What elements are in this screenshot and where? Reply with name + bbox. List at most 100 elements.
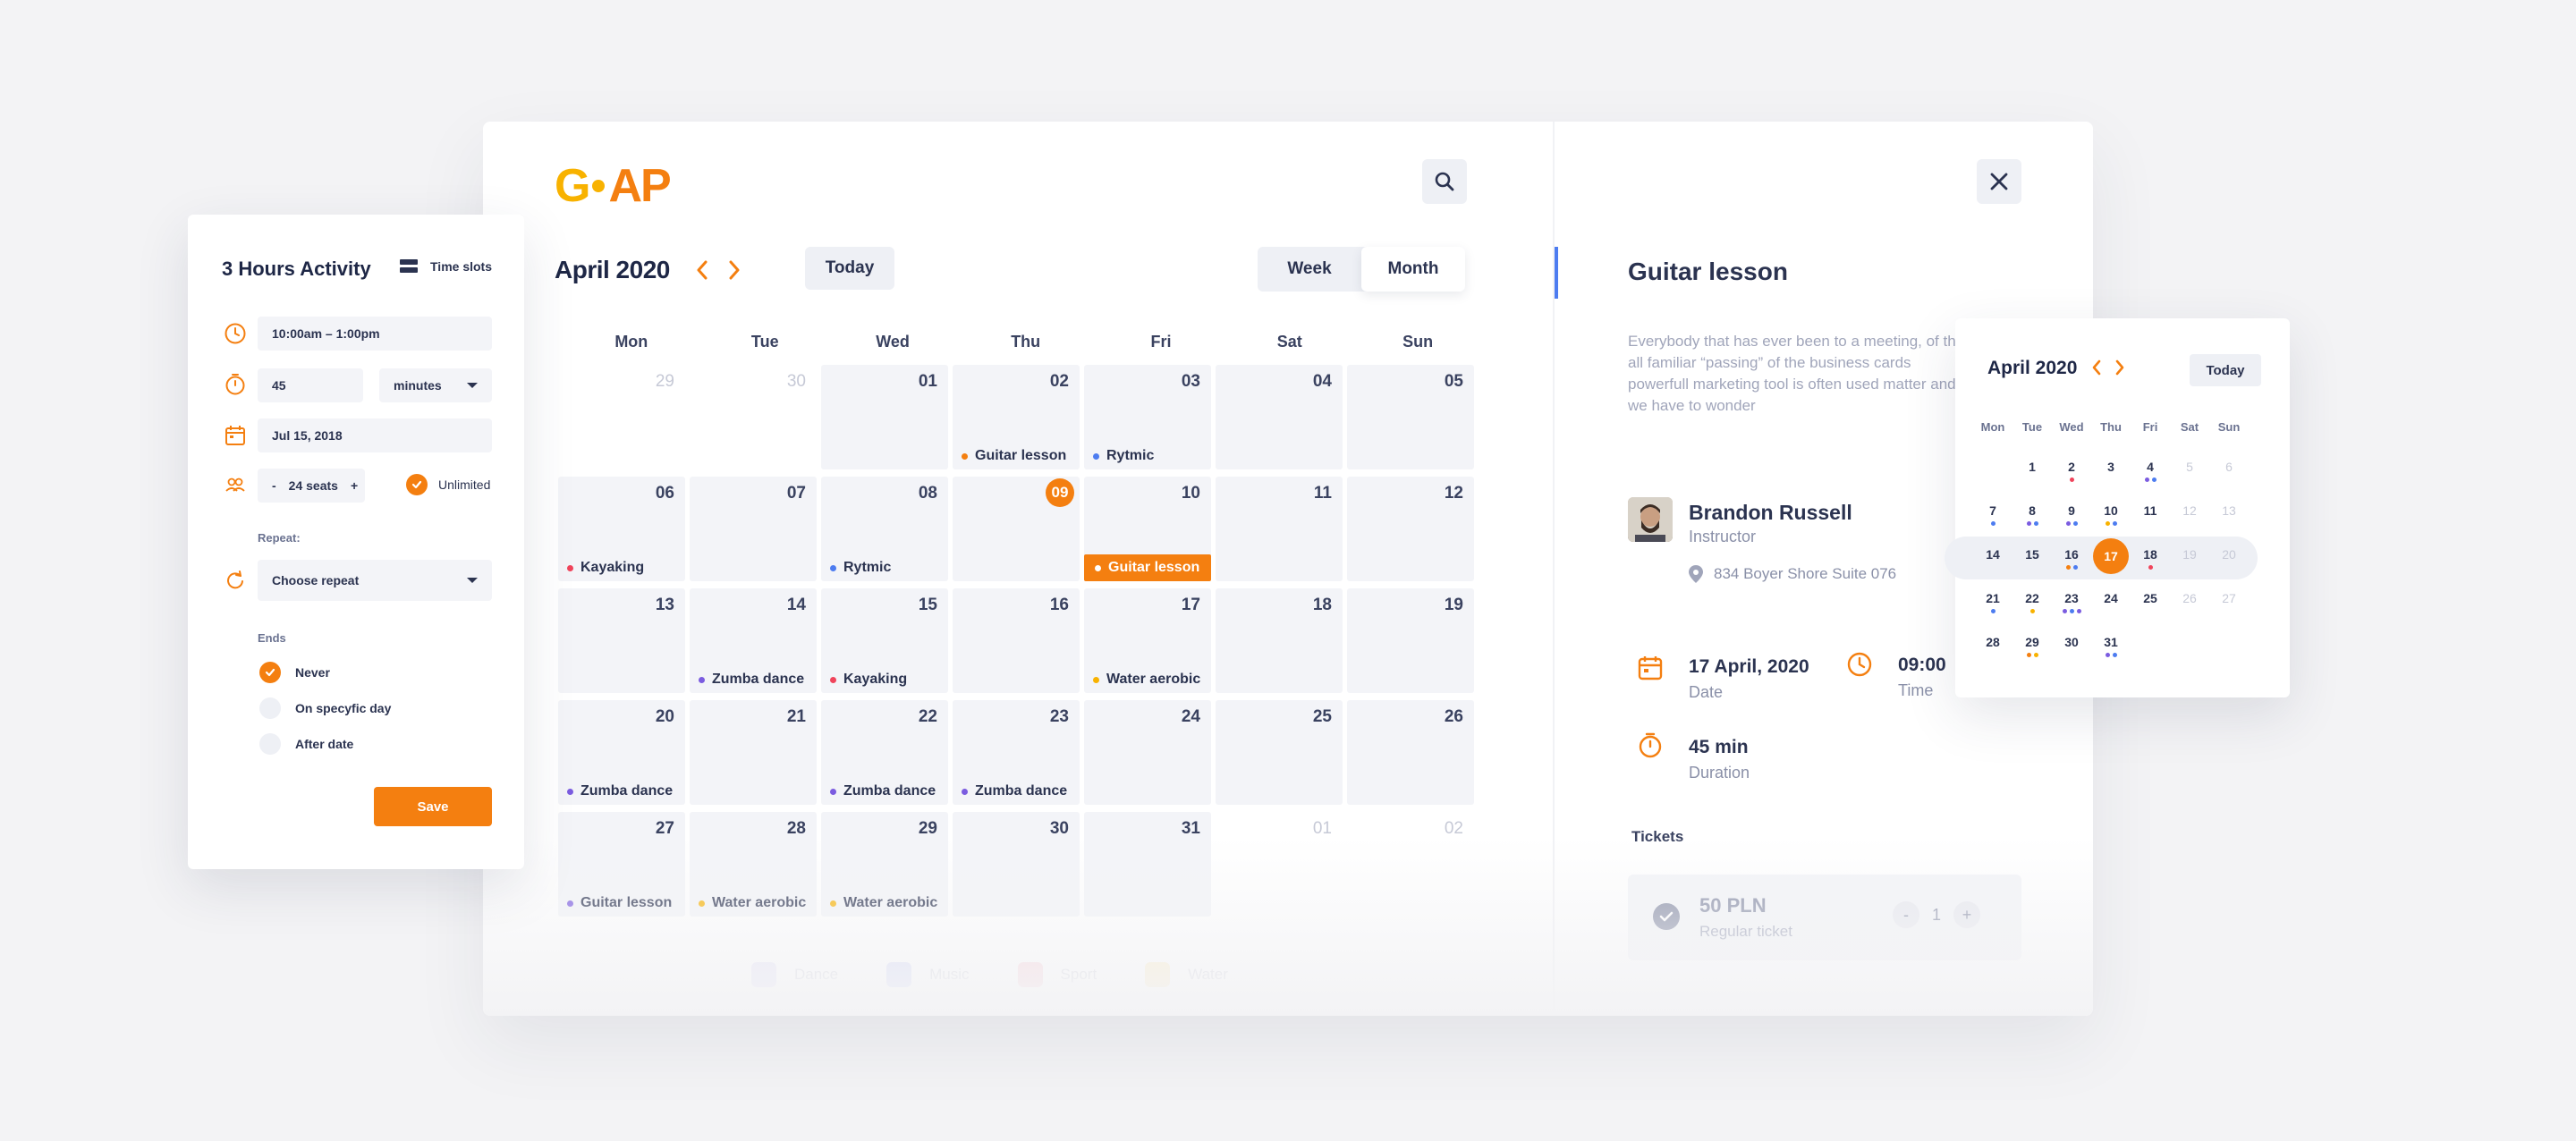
mini-day[interactable]: 11 xyxy=(2131,493,2170,537)
mini-day-selected[interactable]: 17 xyxy=(2091,537,2131,580)
mini-prev-button[interactable] xyxy=(2091,359,2102,380)
seats-increase-button[interactable]: + xyxy=(351,478,358,493)
view-week-button[interactable]: Week xyxy=(1258,247,1361,292)
mini-day[interactable]: 2 xyxy=(2052,449,2091,493)
day-cell[interactable]: 13 xyxy=(558,588,685,693)
day-cell[interactable]: 03 Rytmic xyxy=(1084,365,1211,469)
day-cell[interactable]: 29 xyxy=(558,365,685,469)
mini-next-button[interactable] xyxy=(2114,359,2125,380)
mini-day[interactable]: 30 xyxy=(2052,624,2091,668)
mini-day[interactable]: 13 xyxy=(2209,493,2249,537)
mini-day[interactable]: 18 xyxy=(2131,537,2170,580)
close-button[interactable] xyxy=(1977,159,2021,204)
view-month-button[interactable]: Month xyxy=(1361,247,1465,292)
event-chip[interactable]: Zumba dance xyxy=(699,672,804,688)
mini-day[interactable]: 5 xyxy=(2170,449,2209,493)
day-cell[interactable]: 21 xyxy=(690,700,817,805)
event-chip[interactable]: Zumba dance xyxy=(567,783,673,799)
instructor-avatar[interactable] xyxy=(1628,497,1673,542)
mini-day[interactable]: 31 xyxy=(2091,624,2131,668)
day-cell[interactable]: 16 xyxy=(953,588,1080,693)
mini-day[interactable]: 29 xyxy=(2012,624,2052,668)
day-cell[interactable]: 02 Guitar lesson xyxy=(953,365,1080,469)
prev-month-button[interactable] xyxy=(692,258,712,283)
legend-item[interactable]: Water xyxy=(1145,962,1228,987)
event-chip[interactable]: Guitar lesson xyxy=(1084,554,1211,581)
mini-day[interactable]: 4 xyxy=(2131,449,2170,493)
day-cell[interactable]: 28 Water aerobic xyxy=(690,812,817,917)
day-cell[interactable]: 04 xyxy=(1216,365,1343,469)
legend-item[interactable]: Sport xyxy=(1017,962,1097,987)
day-cell[interactable]: 01 xyxy=(821,365,948,469)
duration-input[interactable]: 45 xyxy=(258,368,363,402)
mini-day[interactable]: 10 xyxy=(2091,493,2131,537)
ticket-check-icon[interactable] xyxy=(1653,903,1680,930)
mini-day[interactable]: 1 xyxy=(2012,449,2052,493)
event-chip[interactable]: Zumba dance xyxy=(962,783,1067,799)
event-chip[interactable]: Guitar lesson xyxy=(567,895,672,911)
ticket-row[interactable]: 50 PLN Regular ticket - 1 + xyxy=(1628,875,2021,960)
ends-option-after-date[interactable]: After date xyxy=(259,733,353,755)
day-cell[interactable]: 19 xyxy=(1347,588,1474,693)
mini-day[interactable]: 6 xyxy=(2209,449,2249,493)
day-cell[interactable]: 09 xyxy=(953,477,1080,581)
day-cell[interactable]: 12 xyxy=(1347,477,1474,581)
time-slots-toggle[interactable]: Time slots xyxy=(400,259,492,274)
mini-day[interactable]: 8 xyxy=(2012,493,2052,537)
mini-day[interactable]: 25 xyxy=(2131,580,2170,624)
day-cell[interactable]: 05 xyxy=(1347,365,1474,469)
day-cell[interactable]: 25 xyxy=(1216,700,1343,805)
time-range-field[interactable]: 10:00am – 1:00pm xyxy=(258,317,492,351)
seats-stepper[interactable]: - 24 seats + xyxy=(258,469,365,503)
mini-day[interactable]: 24 xyxy=(2091,580,2131,624)
day-cell[interactable]: 31 xyxy=(1084,812,1211,917)
day-cell[interactable]: 26 xyxy=(1347,700,1474,805)
ends-option-specific-day[interactable]: On specyfic day xyxy=(259,697,391,719)
mini-day[interactable]: 20 xyxy=(2209,537,2249,580)
event-chip[interactable]: Rytmic xyxy=(830,560,891,576)
day-cell[interactable]: 30 xyxy=(953,812,1080,917)
search-button[interactable] xyxy=(1422,159,1467,204)
day-cell[interactable]: 07 xyxy=(690,477,817,581)
mini-day[interactable]: 15 xyxy=(2012,537,2052,580)
mini-day[interactable]: 28 xyxy=(1973,624,2012,668)
event-chip[interactable]: Zumba dance xyxy=(830,783,936,799)
mini-day[interactable]: 14 xyxy=(1973,537,2012,580)
day-cell[interactable]: 27 Guitar lesson xyxy=(558,812,685,917)
event-chip[interactable]: Kayaking xyxy=(567,560,644,576)
mini-day[interactable]: 12 xyxy=(2170,493,2209,537)
mini-day[interactable]: 19 xyxy=(2170,537,2209,580)
day-cell[interactable]: 20 Zumba dance xyxy=(558,700,685,805)
event-chip[interactable]: Rytmic xyxy=(1093,448,1154,464)
day-cell[interactable]: 02 xyxy=(1347,812,1474,917)
repeat-select[interactable]: Choose repeat xyxy=(258,560,492,601)
today-button[interactable]: Today xyxy=(805,247,894,290)
day-cell[interactable]: 01 xyxy=(1216,812,1343,917)
day-cell[interactable]: 11 xyxy=(1216,477,1343,581)
mini-day[interactable]: 7 xyxy=(1973,493,2012,537)
day-cell[interactable]: 24 xyxy=(1084,700,1211,805)
day-cell[interactable]: 22 Zumba dance xyxy=(821,700,948,805)
event-chip[interactable]: Guitar lesson xyxy=(962,448,1066,464)
day-cell[interactable]: 08 Rytmic xyxy=(821,477,948,581)
day-cell[interactable]: 30 xyxy=(690,365,817,469)
day-cell[interactable]: 29 Water aerobic xyxy=(821,812,948,917)
mini-day[interactable]: 27 xyxy=(2209,580,2249,624)
qty-increase-button[interactable]: + xyxy=(1953,901,1980,928)
next-month-button[interactable] xyxy=(724,258,744,283)
day-cell[interactable]: 15 Kayaking xyxy=(821,588,948,693)
mini-day[interactable]: 3 xyxy=(2091,449,2131,493)
mini-day[interactable]: 22 xyxy=(2012,580,2052,624)
event-chip[interactable]: Kayaking xyxy=(830,672,907,688)
mini-day[interactable]: 9 xyxy=(2052,493,2091,537)
goap-logo[interactable]: G AP xyxy=(555,160,672,212)
unlimited-checkbox[interactable]: Unlimited xyxy=(406,474,490,495)
instructor-name[interactable]: Brandon Russell xyxy=(1689,501,1852,525)
mini-day[interactable]: 21 xyxy=(1973,580,2012,624)
day-cell[interactable]: 10 Guitar lesson xyxy=(1084,477,1211,581)
event-chip[interactable]: Water aerobic xyxy=(699,895,806,911)
day-cell[interactable]: 23 Zumba dance xyxy=(953,700,1080,805)
mini-today-button[interactable]: Today xyxy=(2190,354,2261,386)
mini-day[interactable]: 16 xyxy=(2052,537,2091,580)
event-chip[interactable]: Water aerobic xyxy=(1093,672,1200,688)
